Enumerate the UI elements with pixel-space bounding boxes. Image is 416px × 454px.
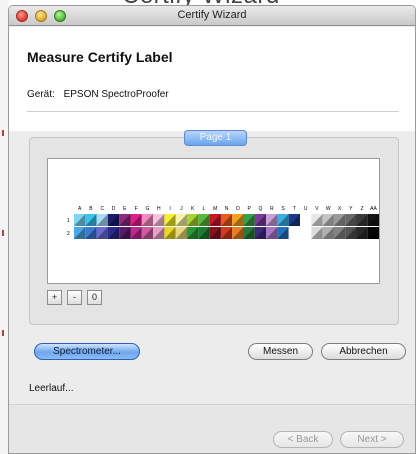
page-title: Measure Certify Label xyxy=(27,49,173,65)
column-label: H xyxy=(157,206,161,212)
column-label: G xyxy=(146,206,150,212)
device-line: Gerät: EPSON SpectroProofer xyxy=(27,89,169,100)
status-text: Leerlauf... xyxy=(29,383,74,394)
measure-button[interactable]: Messen xyxy=(248,343,313,360)
color-chart: A B C D E F G H I J K L M N O P Q R S T U V W X Y Z AA 1 2 xyxy=(67,206,379,239)
column-label: D xyxy=(112,206,116,212)
column-label: B xyxy=(89,206,93,212)
column-label: M xyxy=(213,206,217,212)
page-tab[interactable]: Page 1 xyxy=(184,130,247,146)
column-label: K xyxy=(191,206,195,212)
color-patch xyxy=(300,227,312,239)
zoom-reset-button[interactable]: 0 xyxy=(87,290,102,305)
color-chart-panel: A B C D E F G H I J K L M N O P Q R S T U V W X Y Z AA 1 2 xyxy=(47,158,380,284)
column-label: V xyxy=(315,206,319,212)
device-label: Gerät: xyxy=(27,89,55,100)
column-label: P xyxy=(247,206,251,212)
title-bar[interactable]: Certify Wizard xyxy=(9,6,415,26)
column-label: Z xyxy=(361,206,364,212)
wizard-header: Measure Certify Label Gerät: EPSON Spect… xyxy=(9,27,415,131)
column-label: Q xyxy=(259,206,263,212)
cancel-button[interactable]: Abbrechen xyxy=(321,343,406,360)
certify-wizard-window: Certify Wizard Measure Certify Label Ger… xyxy=(8,5,416,454)
background-window-edge xyxy=(0,0,8,454)
column-label: Y xyxy=(349,206,353,212)
column-label: F xyxy=(135,206,138,212)
spectrometer-button[interactable]: Spectrometer... xyxy=(34,343,140,360)
column-label: U xyxy=(304,206,308,212)
column-label: N xyxy=(225,206,229,212)
column-label: A xyxy=(78,206,82,212)
device-name: EPSON SpectroProofer xyxy=(63,89,169,100)
zoom-in-button[interactable]: + xyxy=(47,290,62,305)
column-label: AA xyxy=(370,206,377,212)
column-label: S xyxy=(281,206,285,212)
column-label: O xyxy=(236,206,240,212)
back-button[interactable]: < Back xyxy=(273,431,333,448)
column-label: R xyxy=(270,206,274,212)
column-label: J xyxy=(180,206,183,212)
column-label: I xyxy=(169,206,170,212)
column-label: L xyxy=(203,206,206,212)
header-divider xyxy=(27,111,399,112)
zoom-out-button[interactable]: - xyxy=(67,290,82,305)
row-label: 2 xyxy=(67,231,70,237)
column-label: C xyxy=(100,206,104,212)
window-title: Certify Wizard xyxy=(177,9,247,21)
column-label: E xyxy=(123,206,127,212)
column-label: W xyxy=(326,206,331,212)
color-patch xyxy=(288,227,300,239)
color-patch xyxy=(300,214,312,226)
next-button[interactable]: Next > xyxy=(340,431,404,448)
wizard-footer: < Back Next > xyxy=(9,405,415,453)
column-label: X xyxy=(338,206,342,212)
column-label: T xyxy=(293,206,296,212)
row-label: 1 xyxy=(67,218,70,224)
